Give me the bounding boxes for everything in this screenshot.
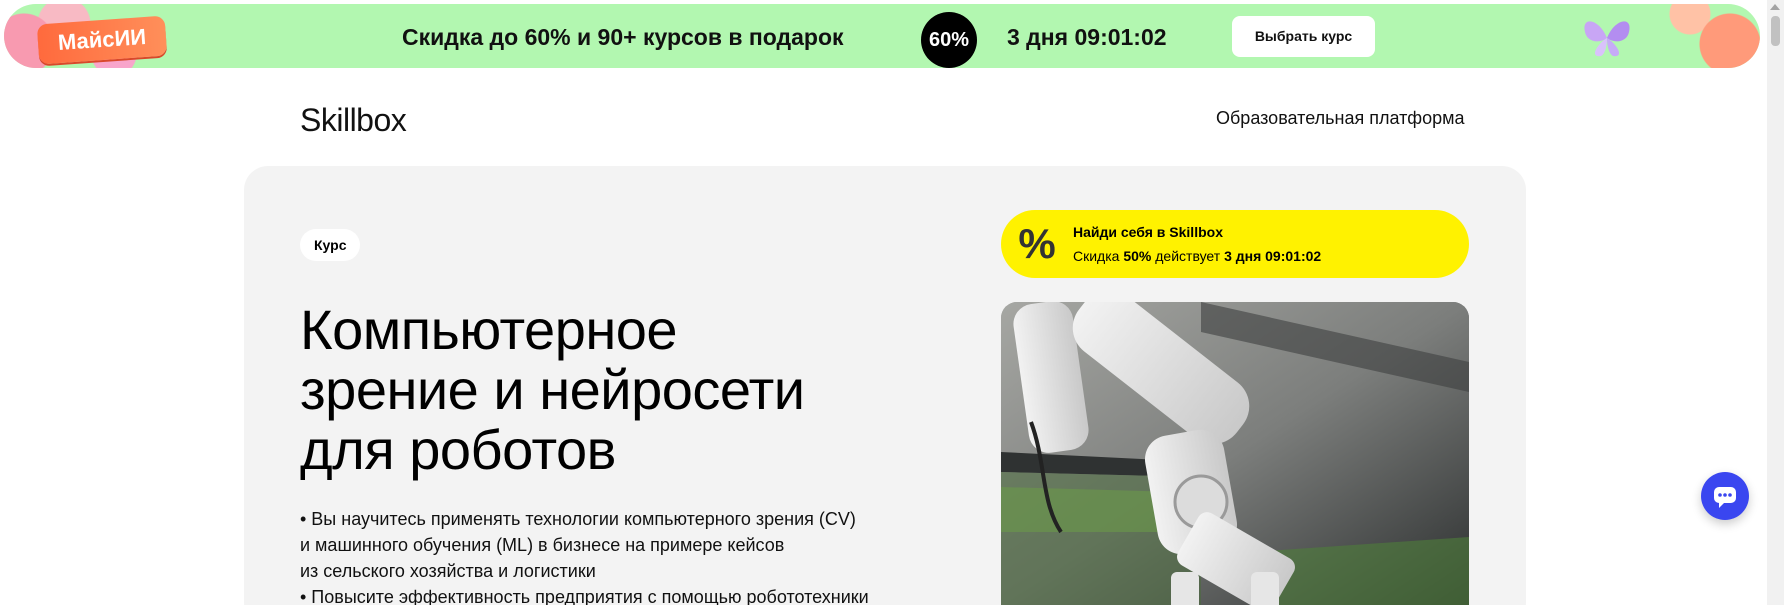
platform-link[interactable]: Образовательная платформа — [1216, 108, 1465, 129]
flowers-decoration — [1590, 4, 1760, 68]
page-title: Компьютерное зрение и нейросети для робо… — [300, 300, 940, 480]
discount-banner[interactable]: % Найди себя в Skillbox Скидка 50% дейст… — [1001, 210, 1469, 278]
title-line: для роботов — [300, 418, 616, 481]
benefit-line: • Повысите эффективность предприятия с п… — [300, 587, 869, 605]
chat-bubble-icon — [1714, 487, 1736, 508]
choose-course-button[interactable]: Выбрать курс — [1232, 16, 1375, 57]
title-line: Компьютерное — [300, 298, 678, 361]
scroll-up-arrow-icon[interactable] — [1770, 4, 1780, 10]
course-tag: Курс — [300, 229, 361, 261]
scrollbar[interactable] — [1767, 0, 1784, 605]
promo-timer: 3 дня 09:01:02 — [1007, 24, 1167, 50]
chat-button[interactable] — [1701, 472, 1749, 520]
robot-arm-image — [1001, 302, 1469, 605]
benefit-line: • Вы научитесь применять технологии комп… — [300, 509, 856, 529]
title-line: зрение и нейросети — [300, 358, 805, 421]
benefit-line: и машинного обучения (ML) в бизнесе на п… — [300, 535, 785, 555]
robot-arm-illustration — [1001, 302, 1469, 605]
promo-text: Скидка до 60% и 90+ курсов в подарок — [402, 24, 844, 50]
scroll-thumb[interactable] — [1771, 16, 1780, 46]
discount-timer: 3 дня 09:01:02 — [1224, 248, 1322, 264]
percent-icon: % — [1018, 220, 1056, 267]
promo-banner[interactable]: МайсИИ Скидка до 60% и 90+ курсов в пода… — [4, 4, 1760, 68]
discount-percent: 50% — [1123, 248, 1152, 264]
benefit-line: из сельского хозяйства и логистики — [300, 561, 596, 581]
discount-title: Найди себя в Skillbox — [1073, 224, 1223, 240]
discount-middle: действует — [1151, 248, 1225, 264]
discount-prefix: Скидка — [1073, 248, 1124, 264]
course-benefits: • Вы научитесь применять технологии комп… — [300, 506, 940, 605]
skillbox-logo[interactable]: Skillbox — [300, 102, 407, 139]
promo-discount-circle: 60% — [921, 12, 977, 68]
discount-subtitle: Скидка 50% действует 3 дня 09:01:02 — [1073, 248, 1321, 264]
